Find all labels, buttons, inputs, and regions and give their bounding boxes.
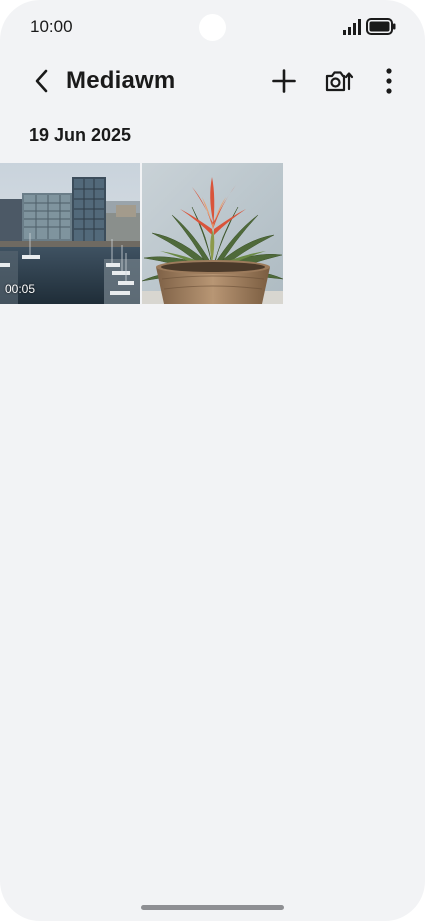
video-duration: 00:05 bbox=[5, 282, 36, 296]
battery-icon bbox=[366, 18, 396, 35]
potted-plant-thumbnail bbox=[142, 163, 283, 304]
front-camera-cutout bbox=[199, 14, 226, 41]
camera-button[interactable] bbox=[323, 65, 355, 97]
camera-switch-icon bbox=[325, 71, 354, 92]
date-section-heading: 19 Jun 2025 bbox=[29, 125, 132, 145]
video-thumbnail[interactable]: 00:05 bbox=[0, 163, 140, 304]
home-indicator[interactable] bbox=[141, 905, 284, 910]
plus-icon bbox=[272, 69, 296, 93]
image-thumbnail[interactable] bbox=[142, 163, 283, 304]
status-bar: 10:00 bbox=[0, 0, 425, 54]
chevron-left-icon bbox=[35, 69, 48, 93]
more-options-button[interactable] bbox=[373, 65, 405, 97]
app-header: Mediawm bbox=[0, 56, 425, 106]
add-button[interactable] bbox=[268, 65, 300, 97]
signal-icon bbox=[343, 19, 361, 35]
status-time: 10:00 bbox=[30, 17, 73, 36]
page-title: Mediawm bbox=[66, 67, 176, 94]
more-vertical-icon bbox=[386, 68, 392, 94]
phone-screen: 10:00 Mediawm 19 Jun 2025 00:05 bbox=[0, 0, 425, 921]
back-button[interactable] bbox=[28, 66, 56, 96]
